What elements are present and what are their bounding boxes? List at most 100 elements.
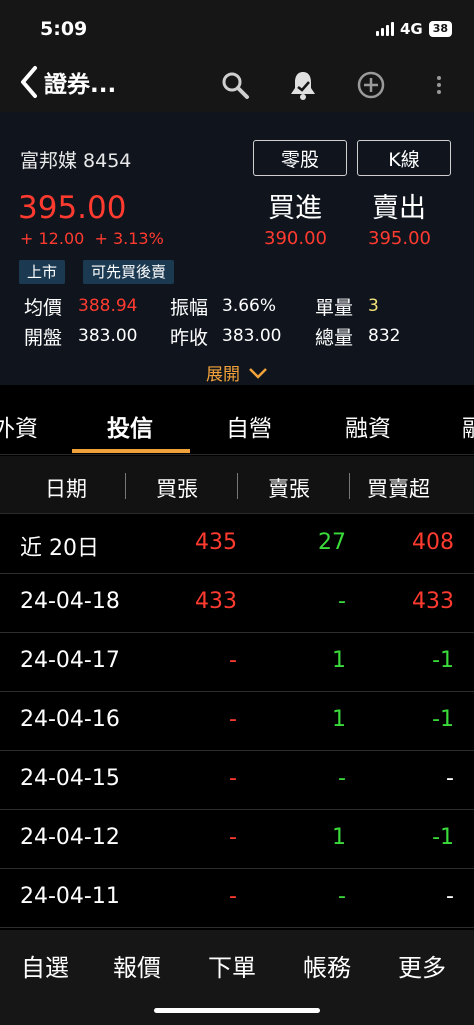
avg-label: 均價 bbox=[24, 297, 63, 319]
listed-badge: 上市 bbox=[19, 260, 66, 284]
col-date: 日期 bbox=[45, 477, 87, 501]
col-divider bbox=[237, 473, 238, 499]
row-buy: 435 bbox=[195, 530, 237, 555]
change-percent: + 3.13% bbox=[94, 229, 164, 248]
row-net: - bbox=[446, 884, 454, 909]
status-time: 5:09 bbox=[40, 18, 88, 40]
nav-order[interactable]: 下單 bbox=[208, 948, 256, 983]
table-header: 日期 買張 賣張 買賣超 bbox=[0, 456, 474, 514]
total-volume-value: 832 bbox=[368, 326, 401, 346]
table-row[interactable]: 24-04-18 433 - 433 bbox=[0, 574, 474, 633]
more-button[interactable] bbox=[422, 68, 456, 102]
nav-bar: 證券... bbox=[0, 60, 474, 112]
amplitude-value: 3.66% bbox=[222, 296, 277, 316]
nav-title: 證券... bbox=[44, 72, 117, 98]
add-watchlist-button[interactable] bbox=[354, 68, 388, 102]
expand-label: 展開 bbox=[206, 365, 240, 385]
day-trade-badge: 可先買後賣 bbox=[83, 260, 175, 284]
home-indicator[interactable] bbox=[154, 1008, 320, 1013]
avg-value: 388.94 bbox=[78, 296, 138, 316]
unit-volume-value: 3 bbox=[368, 296, 379, 316]
signal-icon bbox=[375, 22, 394, 36]
tab-margin[interactable]: 融資 bbox=[345, 409, 391, 443]
col-divider bbox=[125, 473, 126, 499]
table-row[interactable]: 近 20日 435 27 408 bbox=[0, 515, 474, 574]
network-label: 4G bbox=[399, 20, 423, 38]
bid-label: 買進 bbox=[268, 193, 322, 224]
amplitude-label: 振幅 bbox=[170, 297, 209, 319]
search-icon bbox=[222, 72, 249, 99]
row-date: 近 20日 bbox=[20, 536, 99, 561]
row-net: 408 bbox=[412, 530, 454, 555]
active-tab-indicator bbox=[72, 449, 190, 453]
row-buy: 433 bbox=[195, 589, 237, 614]
bell-icon bbox=[291, 72, 315, 100]
price-change: + 12.00 + 3.13% bbox=[20, 229, 164, 248]
nav-watchlist[interactable]: 自選 bbox=[21, 948, 69, 983]
row-sell: - bbox=[338, 884, 346, 909]
table-row[interactable]: 24-04-12 - 1 -1 bbox=[0, 810, 474, 869]
table-row[interactable]: 24-04-15 - - - bbox=[0, 751, 474, 810]
row-buy: - bbox=[229, 825, 237, 850]
tab-short[interactable]: 融 bbox=[462, 409, 474, 443]
ask-label: 賣出 bbox=[372, 193, 426, 224]
stock-name: 富邦媒 8454 bbox=[20, 150, 132, 172]
battery-icon: 38 bbox=[428, 21, 452, 37]
status-indicators: 4G 38 bbox=[375, 20, 452, 38]
table-row[interactable]: 24-04-11 - - - bbox=[0, 869, 474, 928]
nav-account[interactable]: 帳務 bbox=[303, 948, 351, 983]
row-buy: - bbox=[229, 648, 237, 673]
alert-button[interactable] bbox=[286, 68, 320, 102]
last-price: 395.00 bbox=[18, 190, 127, 226]
row-buy: - bbox=[229, 707, 237, 732]
row-sell: 1 bbox=[332, 707, 346, 732]
row-sell: 1 bbox=[332, 648, 346, 673]
status-bar: 5:09 4G 38 bbox=[0, 0, 474, 60]
row-net: -1 bbox=[432, 648, 454, 673]
prev-close-label: 昨收 bbox=[170, 327, 209, 349]
tab-dealer[interactable]: 自營 bbox=[226, 409, 272, 443]
total-volume-label: 總量 bbox=[315, 327, 354, 349]
row-net: -1 bbox=[432, 707, 454, 732]
row-sell: - bbox=[338, 766, 346, 791]
institution-tabs: 外資 投信 自營 融資 融 bbox=[0, 393, 474, 455]
kline-button[interactable]: K線 bbox=[357, 140, 451, 176]
open-value: 383.00 bbox=[78, 326, 138, 346]
odd-lot-button[interactable]: 零股 bbox=[253, 140, 347, 176]
table-row[interactable]: 24-04-17 - 1 -1 bbox=[0, 633, 474, 692]
stock-info-panel: 富邦媒 8454 零股 K線 395.00 + 12.00 + 3.13% 買進… bbox=[0, 112, 474, 385]
back-button[interactable]: 證券... bbox=[18, 64, 116, 100]
unit-volume-label: 單量 bbox=[315, 297, 354, 319]
add-circle-icon bbox=[357, 71, 385, 99]
row-date: 24-04-11 bbox=[20, 884, 120, 909]
table-row[interactable]: 24-04-16 - 1 -1 bbox=[0, 692, 474, 751]
nav-quotes[interactable]: 報價 bbox=[113, 948, 161, 983]
row-sell: 1 bbox=[332, 825, 346, 850]
row-net: 433 bbox=[412, 589, 454, 614]
expand-button[interactable]: 展開 bbox=[206, 360, 268, 385]
row-date: 24-04-17 bbox=[20, 648, 120, 673]
prev-close-value: 383.00 bbox=[222, 326, 282, 346]
more-vertical-icon bbox=[437, 76, 441, 94]
bid-price: 390.00 bbox=[264, 228, 327, 249]
col-net: 買賣超 bbox=[367, 477, 430, 501]
row-buy: - bbox=[229, 766, 237, 791]
chevron-down-icon bbox=[249, 367, 267, 379]
row-date: 24-04-12 bbox=[20, 825, 120, 850]
open-label: 開盤 bbox=[24, 327, 63, 349]
row-date: 24-04-18 bbox=[20, 589, 120, 614]
row-date: 24-04-16 bbox=[20, 707, 120, 732]
change-amount: + 12.00 bbox=[20, 229, 85, 248]
tab-investment-trust[interactable]: 投信 bbox=[107, 409, 153, 443]
nav-more[interactable]: 更多 bbox=[398, 948, 446, 983]
col-divider bbox=[349, 473, 350, 499]
col-buy: 買張 bbox=[156, 477, 198, 501]
bottom-nav: 自選 報價 下單 帳務 更多 bbox=[0, 930, 474, 1025]
row-net: -1 bbox=[432, 825, 454, 850]
row-sell: 27 bbox=[318, 530, 346, 555]
row-net: - bbox=[446, 766, 454, 791]
search-button[interactable] bbox=[218, 68, 252, 102]
row-date: 24-04-15 bbox=[20, 766, 120, 791]
tab-foreign[interactable]: 外資 bbox=[0, 409, 38, 443]
col-sell: 賣張 bbox=[268, 477, 310, 501]
